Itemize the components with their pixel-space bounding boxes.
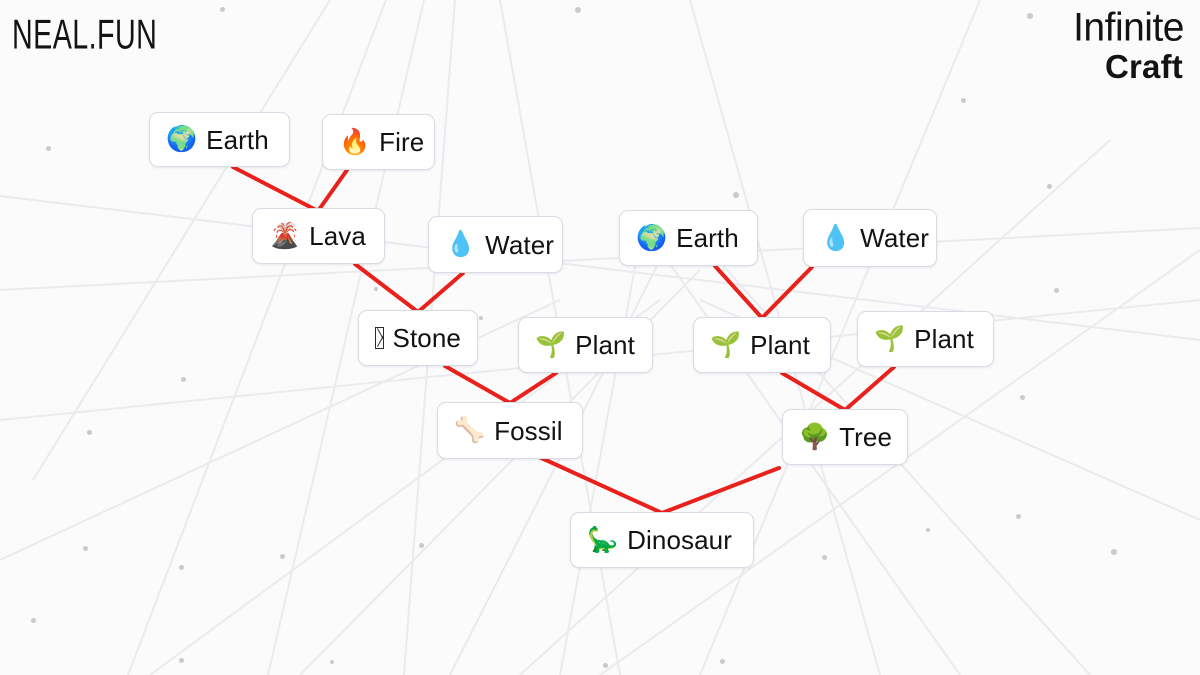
background-dot bbox=[960, 97, 966, 103]
droplet-emoji: 💧 bbox=[820, 223, 852, 252]
element-card-stone[interactable]: Stone bbox=[358, 310, 478, 366]
background-dot bbox=[86, 429, 92, 435]
recipe-link-water-left-to-stone bbox=[416, 271, 465, 314]
element-card-label: Plant bbox=[750, 330, 810, 360]
element-card-label: Earth bbox=[206, 124, 269, 155]
element-card-label: Plant bbox=[914, 324, 974, 354]
element-card-label: Fossil bbox=[494, 415, 563, 446]
recipe-link-plant-right-to-tree bbox=[843, 365, 896, 412]
background-dot bbox=[82, 545, 88, 551]
element-card-water-left[interactable]: 💧 Water bbox=[428, 216, 563, 273]
element-card-label: Fire bbox=[379, 127, 425, 157]
element-card-plant-right[interactable]: 🌱 Plant bbox=[857, 311, 994, 367]
background-dot bbox=[1046, 183, 1052, 189]
sauropod-emoji: 🦕 bbox=[587, 525, 619, 554]
element-card-lava[interactable]: 🌋 Lava bbox=[252, 208, 385, 264]
recipe-link-water-right-to-plant-mid bbox=[760, 265, 814, 320]
fire-emoji: 🔥 bbox=[339, 127, 371, 156]
background-dot bbox=[178, 657, 184, 663]
element-card-label: Plant bbox=[575, 330, 635, 360]
background-dot bbox=[330, 660, 334, 664]
background-dot bbox=[1053, 287, 1059, 293]
background-dot bbox=[821, 554, 827, 560]
recipe-link-fire-to-lava bbox=[316, 168, 349, 213]
background-dot bbox=[45, 145, 51, 151]
recipe-link-plant-left-to-fossil bbox=[508, 371, 558, 405]
background-dot bbox=[719, 658, 725, 664]
deciduous-tree-emoji: 🌳 bbox=[799, 422, 831, 451]
element-card-tree[interactable]: 🌳 Tree bbox=[782, 409, 908, 465]
seedling-emoji: 🌱 bbox=[535, 330, 567, 359]
recipe-link-lava-to-stone bbox=[353, 262, 420, 314]
infinite-craft-canvas[interactable]: NEAL.FUN Infinite Craft 🌍 Earth 🔥 Fire 🌋 Lava… bbox=[0, 0, 1200, 675]
background-web-line bbox=[449, 249, 666, 675]
earth-globe-europe-africa-emoji: 🌍 bbox=[636, 223, 668, 252]
neal-fun-logo[interactable]: NEAL.FUN bbox=[12, 12, 157, 59]
rock-emoji-missing-glyph bbox=[375, 327, 384, 349]
game-title-infinite: Infinite bbox=[1073, 5, 1184, 50]
volcano-emoji: 🌋 bbox=[269, 221, 301, 250]
recipe-link-earth-right-to-plant-mid bbox=[713, 264, 764, 320]
recipe-link-earth-left-to-lava bbox=[231, 165, 320, 213]
background-dot bbox=[279, 553, 285, 559]
element-card-label: Water bbox=[485, 229, 555, 260]
element-card-plant-mid[interactable]: 🌱 Plant bbox=[693, 317, 831, 373]
bone-emoji: 🦴 bbox=[454, 416, 486, 444]
background-dot bbox=[1019, 394, 1025, 400]
element-card-fire[interactable]: 🔥 Fire bbox=[322, 114, 435, 170]
earth-globe-europe-africa-emoji: 🌍 bbox=[166, 125, 198, 153]
infinite-craft-logo: Infinite Craft bbox=[1073, 8, 1184, 83]
background-dot bbox=[1027, 13, 1033, 19]
background-dot bbox=[180, 376, 186, 382]
game-title-craft: Craft bbox=[1104, 48, 1183, 85]
background-dot bbox=[602, 662, 608, 668]
background-web-line bbox=[127, 0, 387, 675]
seedling-emoji: 🌱 bbox=[710, 330, 742, 359]
recipe-link-fossil-to-dinosaur bbox=[535, 454, 664, 515]
background-dot bbox=[733, 192, 739, 198]
element-card-label: Lava bbox=[309, 221, 366, 251]
element-card-earth-right[interactable]: 🌍 Earth bbox=[619, 210, 758, 266]
seedling-emoji: 🌱 bbox=[874, 324, 906, 353]
background-dot bbox=[219, 6, 225, 12]
background-dot bbox=[374, 287, 378, 291]
background-web-line bbox=[0, 227, 1200, 291]
background-dot bbox=[479, 316, 483, 320]
background-dot bbox=[178, 564, 184, 570]
background-dot bbox=[1015, 513, 1021, 519]
element-card-earth-left[interactable]: 🌍 Earth bbox=[149, 112, 290, 167]
recipe-link-plant-mid-to-tree bbox=[780, 371, 847, 412]
background-dot bbox=[575, 7, 581, 13]
background-dot bbox=[30, 617, 36, 623]
recipe-link-tree-to-dinosaur bbox=[660, 466, 781, 515]
recipe-link-stone-to-fossil bbox=[443, 364, 512, 405]
element-card-label: Earth bbox=[676, 223, 739, 253]
element-card-label: Dinosaur bbox=[627, 525, 732, 555]
background-dot bbox=[926, 528, 930, 532]
element-card-plant-left[interactable]: 🌱 Plant bbox=[518, 317, 653, 373]
background-dot bbox=[1111, 549, 1117, 555]
element-card-dinosaur[interactable]: 🦕 Dinosaur bbox=[570, 512, 754, 568]
element-card-label: Water bbox=[860, 223, 930, 253]
element-card-label: Tree bbox=[839, 422, 893, 452]
background-dot bbox=[418, 542, 424, 548]
element-card-fossil[interactable]: 🦴 Fossil bbox=[437, 402, 583, 459]
element-card-water-right[interactable]: 💧 Water bbox=[803, 209, 937, 267]
droplet-emoji: 💧 bbox=[445, 230, 477, 258]
element-card-label: Stone bbox=[392, 323, 461, 353]
